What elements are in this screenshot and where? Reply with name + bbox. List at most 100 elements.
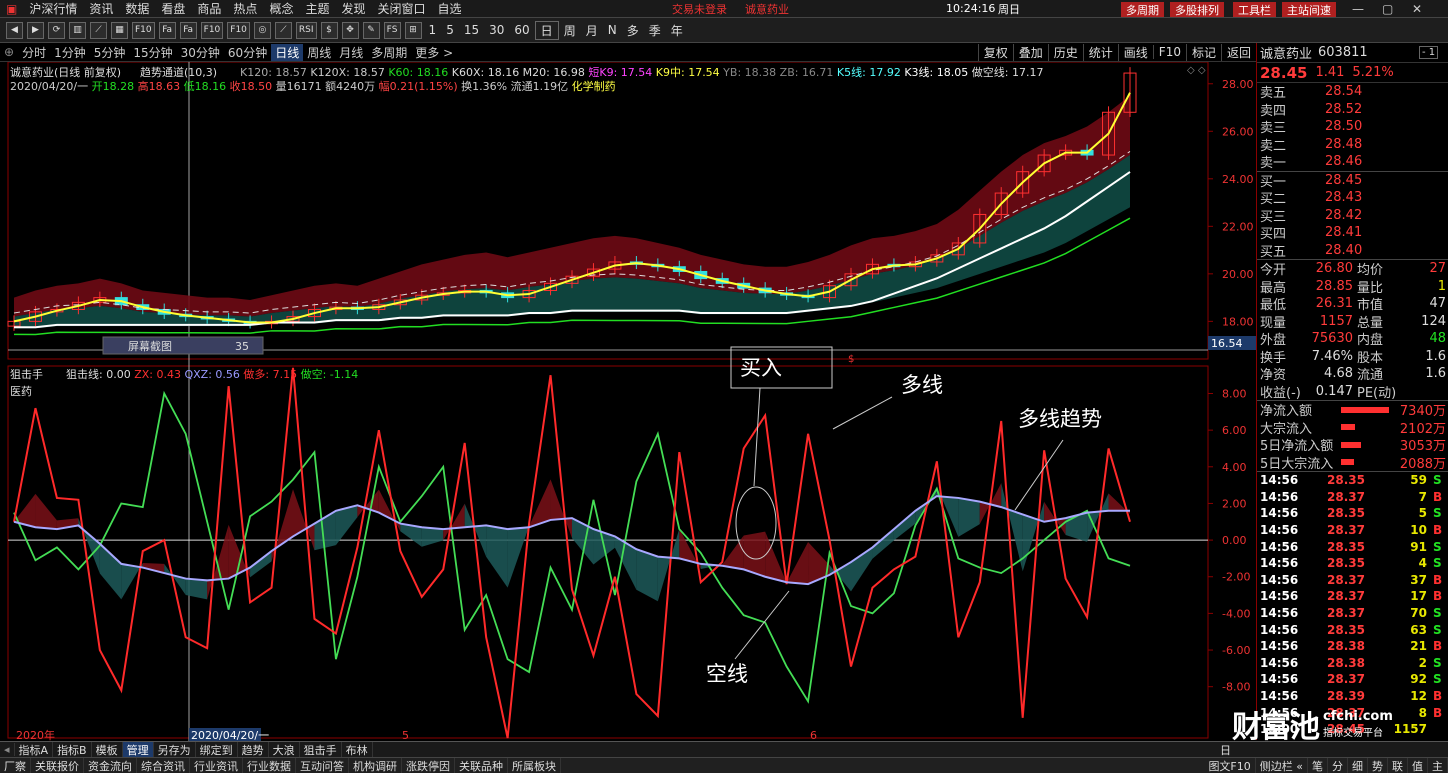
side-tab-trend[interactable]: 势 [1368, 758, 1388, 773]
tab-manage[interactable]: 管理 [122, 742, 154, 757]
move-icon[interactable]: ✥ [341, 21, 359, 39]
link-research[interactable]: 机构调研 [349, 758, 402, 773]
link-limit-reason[interactable]: 涨跌停因 [402, 758, 455, 773]
adjust-button[interactable]: 复权 [977, 43, 1013, 61]
period-quarter-button[interactable]: 季 [644, 22, 666, 39]
link-f10-graphic[interactable]: 图文F10 [1204, 758, 1256, 773]
target-icon[interactable]: ◎ [253, 21, 271, 39]
period-30-button[interactable]: 30 [484, 23, 509, 37]
link-news[interactable]: 综合资讯 [137, 758, 190, 773]
main-indicator-name[interactable]: 趋势通道(10,3) [140, 65, 217, 79]
tab-save-as[interactable]: 另存为 [154, 742, 196, 757]
back-button[interactable]: 返回 [1220, 43, 1256, 61]
multi-stock-button[interactable]: 多股排列 [1170, 2, 1224, 17]
menu-item-market[interactable]: 沪深行情 [23, 0, 83, 17]
link-related-quote[interactable]: 关联报价 [31, 758, 84, 773]
period-week-button[interactable]: 周 [559, 22, 581, 39]
tab-trend[interactable]: 趋势 [238, 742, 269, 757]
tab-weekly[interactable]: 周线 [303, 44, 335, 61]
multi-period-button[interactable]: 多周期 [1121, 2, 1164, 17]
period-60-button[interactable]: 60 [509, 23, 534, 37]
tab-scroll-icon[interactable]: ◂ [0, 743, 15, 756]
f10-icon[interactable]: F10 [132, 21, 155, 39]
dollar-icon[interactable]: $ [320, 21, 338, 39]
minimize-icon[interactable]: — [1352, 2, 1364, 16]
multi-chart-icon[interactable]: ⟋ [274, 21, 292, 39]
cross-icon[interactable]: ⊞ [404, 21, 422, 39]
line-chart-icon[interactable]: ⟋ [90, 21, 107, 39]
zoom-day[interactable]: 日 [1220, 742, 1231, 757]
f10-button[interactable]: F10 [1152, 45, 1186, 59]
close-icon[interactable]: ✕ [1412, 2, 1422, 16]
menu-item-watch[interactable]: 看盘 [155, 0, 191, 17]
link-related-variety[interactable]: 关联品种 [455, 758, 508, 773]
fa-icon[interactable]: Fa [158, 21, 176, 39]
tab-5min[interactable]: 5分钟 [90, 44, 130, 61]
tab-more[interactable]: 更多 > [411, 44, 457, 61]
side-tab-value[interactable]: 值 [1408, 758, 1428, 773]
tab-60min[interactable]: 60分钟 [224, 44, 271, 61]
tab-big-wave[interactable]: 大浪 [269, 742, 300, 757]
tab-sniper[interactable]: 狙击手 [300, 742, 342, 757]
toolbar-button[interactable]: 工具栏 [1233, 2, 1276, 17]
sidebar-toggle[interactable]: 侧边栏 « [1256, 758, 1308, 773]
link-qa[interactable]: 互动问答 [296, 758, 349, 773]
tab-daily[interactable]: 日线 [271, 43, 304, 61]
pencil-icon[interactable]: ✎ [362, 21, 380, 39]
diamond-icon[interactable]: ◇ ◇ [1187, 65, 1206, 76]
tab-indicator-b[interactable]: 指标B [53, 742, 92, 757]
period-year-button[interactable]: 年 [666, 22, 688, 39]
server-speed-button[interactable]: 主站间速 [1282, 2, 1336, 17]
restore-icon[interactable]: ▢ [1382, 2, 1393, 16]
fs-icon[interactable]: FS [383, 21, 401, 39]
period-multi-button[interactable]: 多 [622, 22, 644, 39]
menu-item-concept[interactable]: 概念 [263, 0, 299, 17]
f10b-icon[interactable]: F10 [200, 21, 224, 39]
side-tab-link[interactable]: 联 [1388, 758, 1408, 773]
fa2-icon[interactable]: Fa [179, 21, 197, 39]
period-1-button[interactable]: 1 [424, 23, 442, 37]
tab-template[interactable]: 模板 [92, 742, 123, 757]
link-industry-data[interactable]: 行业数据 [243, 758, 296, 773]
sub-chart-title[interactable]: 狙击手 [10, 367, 43, 381]
pin-icon[interactable]: ⊕ [0, 45, 18, 59]
period-5-button[interactable]: 5 [441, 23, 459, 37]
period-month-button[interactable]: 月 [581, 22, 603, 39]
refresh-icon[interactable]: ⟳ [48, 21, 65, 39]
menu-item-theme[interactable]: 主题 [299, 0, 335, 17]
back-icon[interactable]: ◀ [6, 21, 23, 39]
period-n-button[interactable]: N [603, 23, 622, 37]
menu-item-data[interactable]: 数据 [119, 0, 155, 17]
tab-bind-to[interactable]: 绑定到 [196, 742, 238, 757]
link-industry-news[interactable]: 行业资讯 [190, 758, 243, 773]
stats-button[interactable]: 统计 [1082, 43, 1118, 61]
forward-icon[interactable]: ▶ [27, 21, 44, 39]
period-day-button[interactable]: 日 [534, 20, 559, 40]
menu-item-discover[interactable]: 发现 [335, 0, 371, 17]
menu-item-commodity[interactable]: 商品 [191, 0, 227, 17]
mark-button[interactable]: 标记 [1185, 43, 1221, 61]
history-button[interactable]: 历史 [1047, 43, 1083, 61]
tab-timeshare[interactable]: 分时 [18, 44, 50, 61]
menu-item-hot[interactable]: 热点 [227, 0, 263, 17]
tab-multi-period[interactable]: 多周期 [367, 44, 411, 61]
overlay-button[interactable]: 叠加 [1012, 43, 1048, 61]
side-tab-minute[interactable]: 分 [1328, 758, 1348, 773]
close-panel-button[interactable]: - 1 [1419, 46, 1439, 59]
link-sector[interactable]: 所属板块 [508, 758, 561, 773]
grid-icon[interactable]: ▦ [111, 21, 128, 39]
draw-button[interactable]: 画线 [1117, 43, 1153, 61]
link-fund-flow[interactable]: 资金流向 [84, 758, 137, 773]
rsi-icon[interactable]: RSI [295, 21, 317, 39]
side-tab-stroke[interactable]: 笔 [1308, 758, 1328, 773]
tab-indicator-a[interactable]: 指标A [15, 742, 54, 757]
chart-area[interactable]: 28.00 26.00 24.00 22.00 20.00 18.00 8.00 6.00 4… [0, 62, 1256, 741]
tab-30min[interactable]: 30分钟 [177, 44, 224, 61]
period-15-button[interactable]: 15 [459, 23, 484, 37]
link-0[interactable]: 厂察 [0, 758, 31, 773]
tab-15min[interactable]: 15分钟 [129, 44, 176, 61]
app-icon[interactable]: ▣ [0, 2, 23, 16]
menu-item-close-window[interactable]: 关闭窗口 [371, 0, 431, 17]
side-tab-detail[interactable]: 细 [1348, 758, 1368, 773]
tab-bollinger[interactable]: 布林 [342, 742, 373, 757]
